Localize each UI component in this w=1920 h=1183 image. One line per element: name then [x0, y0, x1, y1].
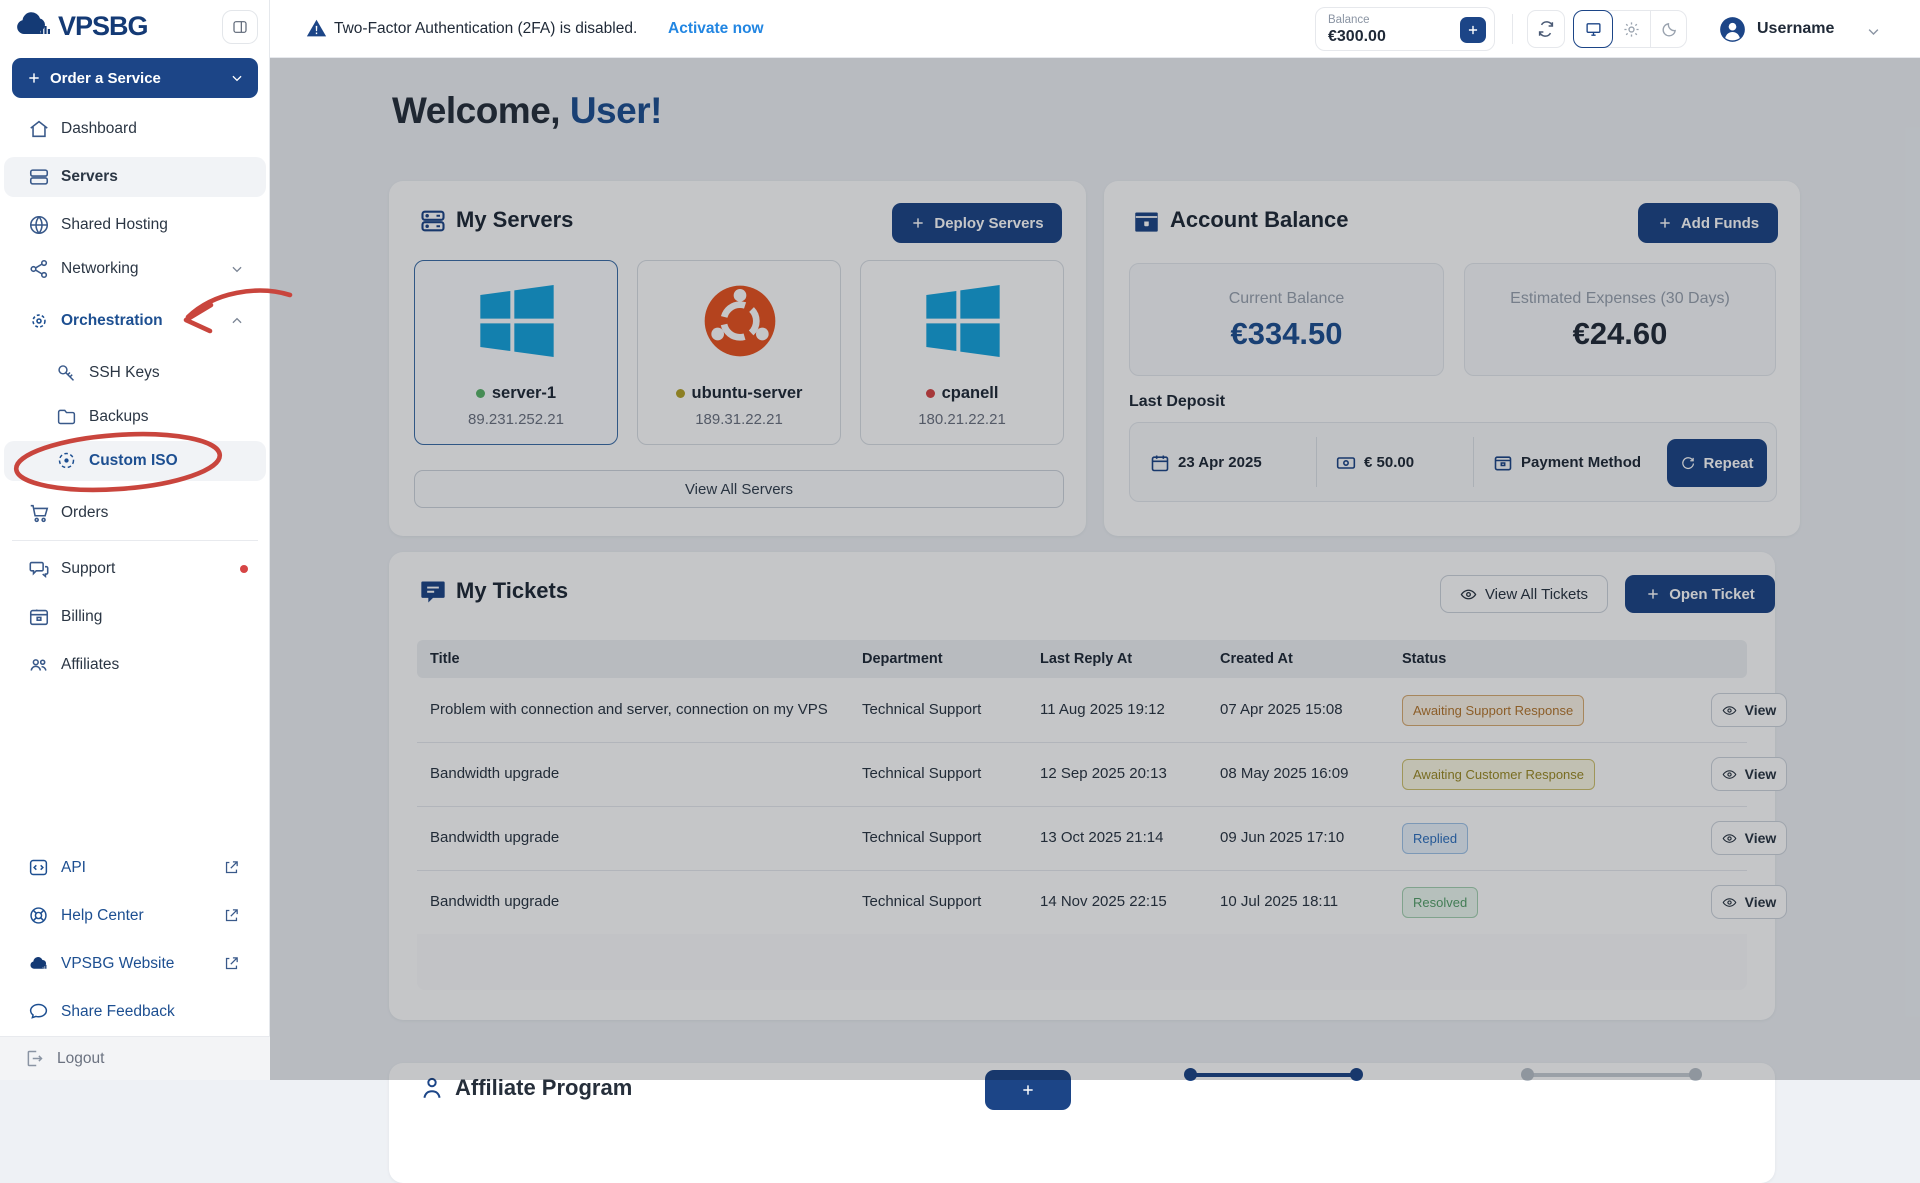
- sidebar-collapse-button[interactable]: [222, 10, 258, 44]
- support-chat-icon: [28, 558, 50, 580]
- external-link-icon: [223, 907, 240, 924]
- sidebar-item-billing[interactable]: Billing: [4, 597, 266, 637]
- avatar[interactable]: [1719, 16, 1746, 43]
- sidebar-item-dashboard[interactable]: Dashboard: [4, 109, 266, 149]
- add-balance-button[interactable]: [1460, 17, 1486, 43]
- balance-value: €300.00: [1328, 28, 1386, 46]
- disc-icon: [56, 450, 78, 472]
- chevron-down-icon[interactable]: [1866, 24, 1881, 39]
- theme-toggle-group: [1573, 10, 1687, 48]
- username-menu[interactable]: Username: [1757, 0, 1834, 58]
- chevron-up-icon: [230, 314, 244, 328]
- theme-dark-button[interactable]: [1651, 11, 1688, 47]
- divider: [1512, 14, 1513, 44]
- sidebar-item-affiliates[interactable]: Affiliates: [4, 645, 266, 685]
- monitor-icon: [1574, 21, 1612, 38]
- two-factor-warning-text: Two-Factor Authentication (2FA) is disab…: [334, 0, 637, 58]
- balance-label: Balance: [1328, 14, 1370, 26]
- activate-now-link[interactable]: Activate now: [668, 0, 764, 58]
- sun-icon: [1613, 21, 1650, 38]
- refresh-icon: [1537, 20, 1555, 38]
- sidebar-item-servers[interactable]: Servers: [4, 157, 266, 197]
- orchestration-icon: [28, 310, 50, 332]
- order-service-button[interactable]: Order a Service: [12, 58, 258, 98]
- sidebar-item-shared-hosting[interactable]: Shared Hosting: [4, 205, 266, 245]
- sidebar-item-networking[interactable]: Networking: [4, 249, 266, 289]
- feedback-bubble-icon: [28, 1001, 50, 1023]
- sidebar: VPSBG Order a Service Dashboard Servers …: [0, 0, 270, 1080]
- balance-widget: Balance €300.00: [1315, 7, 1495, 51]
- plus-icon: [1020, 1082, 1036, 1098]
- external-link-icon: [223, 955, 240, 972]
- sidebar-item-api[interactable]: API: [4, 848, 266, 888]
- sidebar-item-orders[interactable]: Orders: [4, 493, 266, 533]
- billing-wallet-icon: [28, 606, 50, 628]
- brand-name: VPSBG: [58, 11, 148, 42]
- logout-icon: [24, 1048, 45, 1069]
- divider: [12, 540, 258, 541]
- theme-system-button[interactable]: [1573, 10, 1613, 48]
- plus-icon: [26, 70, 42, 86]
- external-link-icon: [223, 859, 240, 876]
- lifebuoy-icon: [28, 905, 50, 927]
- cloud-logo-icon: [28, 953, 50, 975]
- chevron-down-icon: [230, 71, 244, 85]
- warning-icon: [306, 18, 327, 39]
- plus-icon: [1466, 23, 1480, 37]
- chevron-down-icon: [230, 262, 244, 276]
- key-icon: [56, 362, 78, 384]
- sidebar-item-support[interactable]: Support: [4, 549, 266, 589]
- theme-light-button[interactable]: [1613, 11, 1651, 47]
- code-icon: [28, 857, 50, 879]
- sidebar-item-help-center[interactable]: Help Center: [4, 896, 266, 936]
- home-icon: [28, 118, 50, 140]
- cart-icon: [28, 502, 50, 524]
- sidebar-item-share-feedback[interactable]: Share Feedback: [4, 992, 266, 1032]
- affiliate-card: Affiliate Program: [389, 1063, 1775, 1183]
- sidebar-item-orchestration[interactable]: Orchestration: [4, 301, 266, 341]
- refresh-button[interactable]: [1527, 10, 1565, 48]
- topbar: Two-Factor Authentication (2FA) is disab…: [270, 0, 1920, 58]
- globe-icon: [28, 214, 50, 236]
- users-icon: [28, 654, 50, 676]
- network-icon: [28, 258, 50, 280]
- notification-dot: [240, 565, 248, 573]
- logout-row[interactable]: Logout: [0, 1036, 270, 1080]
- sidebar-item-backups[interactable]: Backups: [4, 397, 266, 437]
- sidebar-item-custom-iso[interactable]: Custom ISO: [4, 441, 266, 481]
- moon-icon: [1651, 21, 1688, 38]
- folder-icon: [56, 406, 78, 428]
- content-dim-overlay: [270, 58, 1920, 1080]
- servers-icon: [28, 166, 50, 188]
- vpsbg-logo-icon: [14, 10, 54, 40]
- sidebar-toggle-icon: [232, 19, 248, 35]
- sidebar-item-vpsbg-website[interactable]: VPSBG Website: [4, 944, 266, 984]
- sidebar-item-ssh-keys[interactable]: SSH Keys: [4, 353, 266, 393]
- logout-label: Logout: [57, 1037, 104, 1081]
